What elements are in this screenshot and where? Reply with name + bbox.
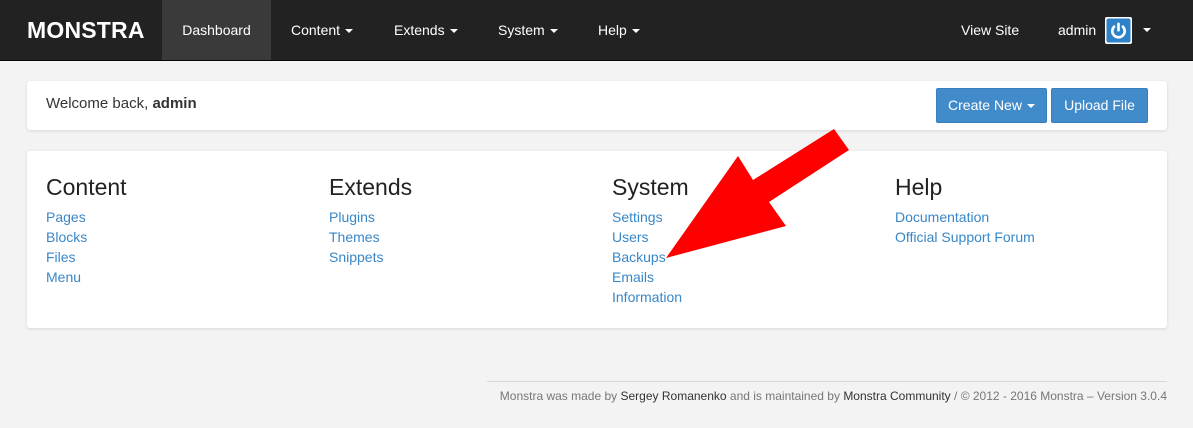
welcome-message: Welcome back, admin	[46, 81, 197, 127]
user-caret-down-icon[interactable]	[1143, 28, 1151, 32]
nav-extends-dropdown[interactable]: Extends	[394, 0, 458, 60]
footer-text-1: Monstra was made by	[499, 389, 621, 403]
nav-content-label: Content	[291, 22, 341, 38]
link-documentation[interactable]: Documentation	[895, 207, 1035, 227]
link-users[interactable]: Users	[612, 227, 689, 247]
link-blocks[interactable]: Blocks	[46, 227, 127, 247]
welcome-prefix: Welcome back,	[46, 95, 153, 112]
brand-logo[interactable]: MONSTRA	[27, 0, 145, 60]
section-content: Content Pages Blocks Files Menu	[46, 173, 127, 287]
user-menu-label[interactable]: admin	[1058, 0, 1096, 60]
link-menu[interactable]: Menu	[46, 267, 127, 287]
link-backups[interactable]: Backups	[612, 247, 689, 267]
nav-help-label: Help	[598, 22, 627, 38]
create-new-button[interactable]: Create New	[936, 88, 1047, 123]
footer-text-3: / © 2012 - 2016 Monstra – Version 3.0.4	[950, 389, 1167, 403]
footer: Monstra was made by Sergey Romanenko and…	[487, 381, 1167, 403]
top-navbar: MONSTRA Dashboard Content Extends System…	[0, 0, 1193, 61]
dashboard-menu-panel: Content Pages Blocks Files Menu Extends …	[27, 151, 1167, 328]
caret-down-icon	[449, 29, 458, 34]
section-extends: Extends Plugins Themes Snippets	[329, 173, 412, 267]
link-settings[interactable]: Settings	[612, 207, 689, 227]
nav-system-label: System	[498, 22, 545, 38]
caret-down-icon	[631, 29, 640, 34]
caret-down-icon	[549, 29, 558, 34]
nav-system-dropdown[interactable]: System	[498, 0, 558, 60]
footer-author-link[interactable]: Sergey Romanenko	[621, 389, 727, 403]
section-system-title: System	[612, 174, 689, 200]
caret-down-icon	[345, 29, 354, 34]
power-icon[interactable]	[1105, 17, 1132, 44]
create-new-label: Create New	[948, 97, 1022, 113]
link-files[interactable]: Files	[46, 247, 127, 267]
section-system: System Settings Users Backups Emails Inf…	[612, 173, 689, 307]
link-snippets[interactable]: Snippets	[329, 247, 412, 267]
link-plugins[interactable]: Plugins	[329, 207, 412, 227]
section-content-title: Content	[46, 174, 127, 200]
upload-file-button[interactable]: Upload File	[1051, 88, 1148, 123]
welcome-panel: Welcome back, admin Create New Upload Fi…	[27, 81, 1167, 130]
caret-down-icon	[1026, 104, 1035, 109]
section-help: Help Documentation Official Support Foru…	[895, 173, 1035, 247]
link-pages[interactable]: Pages	[46, 207, 127, 227]
nav-dashboard[interactable]: Dashboard	[162, 0, 271, 60]
nav-dashboard-label: Dashboard	[182, 22, 251, 38]
section-help-title: Help	[895, 174, 943, 200]
welcome-username: admin	[152, 95, 197, 112]
footer-text-2: and is maintained by	[726, 389, 844, 403]
nav-help-dropdown[interactable]: Help	[598, 0, 640, 60]
nav-extends-label: Extends	[394, 22, 445, 38]
view-site-link[interactable]: View Site	[961, 0, 1019, 60]
link-emails[interactable]: Emails	[612, 267, 689, 287]
link-support-forum[interactable]: Official Support Forum	[895, 227, 1035, 247]
section-extends-title: Extends	[329, 174, 413, 200]
link-information[interactable]: Information	[612, 287, 689, 307]
footer-community-link[interactable]: Monstra Community	[843, 389, 950, 403]
link-themes[interactable]: Themes	[329, 227, 412, 247]
nav-content-dropdown[interactable]: Content	[291, 0, 354, 60]
